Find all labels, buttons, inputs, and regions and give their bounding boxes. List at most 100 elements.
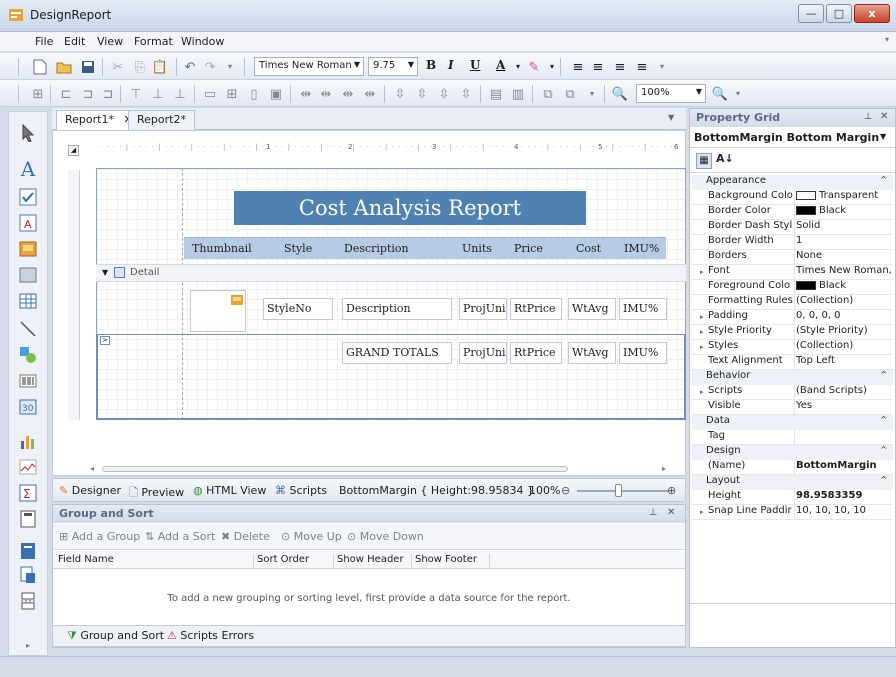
justify-icon[interactable]: ≡: [634, 59, 650, 75]
property-category[interactable]: Design ^: [692, 445, 893, 460]
hspacing-equal-icon[interactable]: ⇹: [298, 86, 314, 102]
tab-group-and-sort[interactable]: ⧩ Group and Sort: [67, 629, 164, 643]
property-value[interactable]: (Collection): [796, 295, 893, 306]
align-bottoms-icon[interactable]: ⊥: [172, 86, 188, 102]
expand-arrow-icon[interactable]: ▸: [700, 388, 704, 396]
scroll-left-icon[interactable]: ◂: [90, 464, 94, 473]
property-value[interactable]: Solid: [796, 220, 893, 231]
label-tool-icon[interactable]: A: [17, 157, 39, 181]
copy-icon[interactable]: ⎘: [132, 59, 148, 75]
hspacing-increase-icon[interactable]: ⇹: [318, 86, 334, 102]
move-down-button[interactable]: ⊙ Move Down: [347, 530, 424, 543]
menu-edit[interactable]: Edit: [64, 35, 85, 48]
checkbox-tool-icon[interactable]: [17, 186, 39, 208]
back-color-dropdown-icon[interactable]: ▾: [544, 59, 560, 75]
collapse-chevron-icon[interactable]: ^: [880, 370, 887, 379]
same-size-icon[interactable]: ▣: [268, 86, 284, 102]
zoom-out-icon[interactable]: 🔍: [612, 86, 628, 102]
horizontal-scrollbar[interactable]: ◂ ▸: [90, 464, 672, 474]
pin-icon[interactable]: ⊥: [864, 112, 872, 122]
property-row[interactable]: Tag: [692, 430, 893, 445]
categorized-icon[interactable]: ▦: [696, 153, 712, 169]
property-value[interactable]: BottomMargin: [796, 460, 893, 471]
property-row[interactable]: ▸ Snap Line Paddir 10, 10, 10, 10: [692, 505, 893, 520]
expand-arrow-icon[interactable]: ▸: [700, 313, 704, 321]
maximize-button[interactable]: □: [826, 4, 852, 23]
ruler-corner-icon[interactable]: ◢: [68, 145, 79, 156]
field-rt-price[interactable]: RtPrice: [510, 298, 562, 320]
toolbox-more-icon[interactable]: ▸: [17, 634, 39, 656]
property-value[interactable]: Yes: [796, 400, 893, 411]
redo-dropdown-icon[interactable]: ▾: [222, 59, 238, 75]
column-header-row[interactable]: Thumbnail Style Description Units Price …: [184, 237, 666, 259]
collapse-chevron-icon[interactable]: ^: [880, 475, 887, 484]
zoom-plus-icon[interactable]: ⊕: [667, 484, 676, 497]
font-name-combo[interactable]: Times New Roman ▼: [254, 57, 364, 76]
description-splitter[interactable]: [690, 603, 895, 604]
property-row[interactable]: (Name) BottomMargin: [692, 460, 893, 475]
scroll-right-icon[interactable]: ▸: [662, 464, 666, 473]
align-left-icon[interactable]: ≡: [570, 59, 586, 75]
property-value[interactable]: 10, 10, 10, 10: [796, 505, 893, 516]
menu-format[interactable]: Format: [134, 35, 173, 48]
open-folder-icon[interactable]: [56, 59, 72, 75]
property-value[interactable]: 98.9583359: [796, 490, 893, 501]
move-up-button[interactable]: ⊙ Move Up: [281, 530, 342, 543]
expand-arrow-icon[interactable]: ▸: [700, 268, 704, 276]
property-value[interactable]: (Style Priority): [796, 325, 893, 336]
menu-view[interactable]: View: [97, 35, 123, 48]
new-file-icon[interactable]: [32, 59, 48, 75]
richtext-tool-icon[interactable]: A: [17, 212, 39, 234]
report-title-label[interactable]: Cost Analysis Report: [234, 191, 586, 225]
property-row[interactable]: Border Dash Styl Solid: [692, 220, 893, 235]
subreport-tool-icon[interactable]: [17, 540, 39, 562]
align-rights-icon[interactable]: ⊐: [100, 86, 116, 102]
tab-list-dropdown-icon[interactable]: ▼: [668, 113, 674, 122]
property-row[interactable]: Height 98.9583359: [692, 490, 893, 505]
property-value[interactable]: 0, 0, 0, 0: [796, 310, 893, 321]
toolbar-overflow-icon[interactable]: ▾: [584, 86, 600, 102]
size-to-grid-icon[interactable]: ⊞: [224, 86, 240, 102]
pin-icon[interactable]: ⊥: [649, 508, 657, 518]
property-row[interactable]: Text Alignment Top Left: [692, 355, 893, 370]
align-middles-icon[interactable]: ⊥: [150, 86, 166, 102]
total-proj-unit[interactable]: ProjUnit: [459, 342, 507, 364]
picture-tool-icon[interactable]: [17, 238, 39, 260]
property-category[interactable]: Layout ^: [692, 475, 893, 490]
zipcode-tool-icon[interactable]: 30: [17, 396, 39, 418]
shape-tool-icon[interactable]: [17, 344, 39, 366]
property-value[interactable]: (Band Scripts): [796, 385, 893, 396]
center-horizontally-icon[interactable]: ▤: [488, 86, 504, 102]
font-size-combo[interactable]: 9.75 ▼: [368, 57, 418, 76]
tab-scripts-errors[interactable]: ⚠ Scripts Errors: [167, 629, 254, 642]
page-info-tool-icon[interactable]: [17, 508, 39, 530]
property-row[interactable]: ▸ Font Times New Roman, ...: [692, 265, 893, 280]
property-row[interactable]: Border Color Black: [692, 205, 893, 220]
property-row[interactable]: Background Colo Transparent: [692, 190, 893, 205]
close-panel-icon[interactable]: ✕: [667, 507, 675, 518]
field-proj-unit[interactable]: ProjUnit: [459, 298, 507, 320]
field-wt-avg[interactable]: WtAvg: [568, 298, 616, 320]
property-value[interactable]: Black: [796, 205, 893, 216]
close-button[interactable]: x: [854, 4, 890, 23]
zoom-minus-icon[interactable]: ⊖: [561, 484, 570, 497]
collapse-chevron-icon[interactable]: ^: [880, 445, 887, 454]
object-selector[interactable]: BottomMargin Bottom Margin ▼: [690, 128, 895, 148]
undo-icon[interactable]: ↶: [182, 59, 198, 75]
sparkline-tool-icon[interactable]: [17, 456, 39, 478]
center-vertically-icon[interactable]: ▥: [510, 86, 526, 102]
cut-icon[interactable]: ✂: [110, 59, 126, 75]
property-row[interactable]: ▸ Scripts (Band Scripts): [692, 385, 893, 400]
column-show-header[interactable]: Show Header: [333, 554, 404, 569]
property-row[interactable]: Border Width 1: [692, 235, 893, 250]
column-sort-order[interactable]: Sort Order: [253, 554, 309, 569]
field-style-no[interactable]: StyleNo: [263, 298, 333, 320]
collapse-chevron-icon[interactable]: ^: [880, 415, 887, 424]
page-break-tool-icon[interactable]: [17, 590, 39, 612]
total-rt-price[interactable]: RtPrice: [510, 342, 562, 364]
total-imu[interactable]: IMU%: [619, 342, 667, 364]
expand-arrow-icon[interactable]: ▸: [700, 508, 704, 516]
pointer-icon[interactable]: [17, 122, 39, 144]
property-row[interactable]: Borders None: [692, 250, 893, 265]
zoom-in-icon[interactable]: 🔍: [712, 86, 728, 102]
